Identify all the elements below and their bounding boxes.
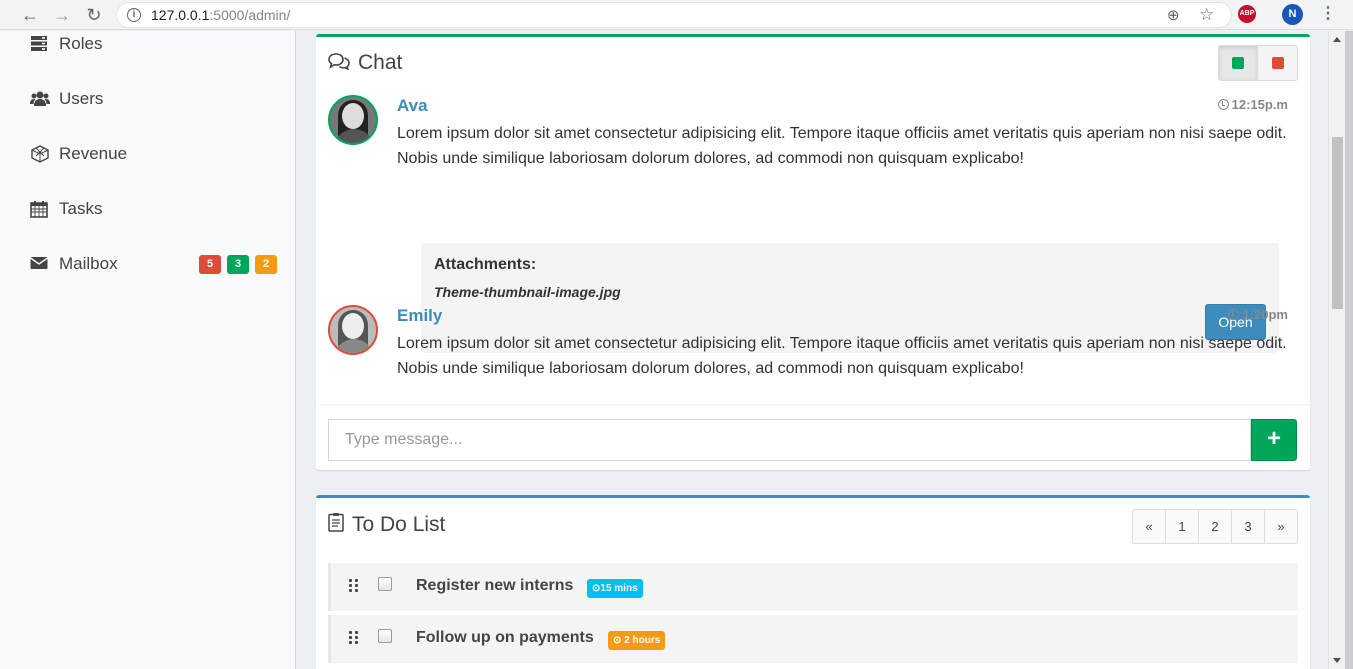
page-next[interactable]: »: [1264, 509, 1298, 544]
zoom-icon[interactable]: ⊕: [1167, 6, 1180, 24]
sidebar-item-mailbox[interactable]: Mailbox 5 3 2: [30, 250, 280, 278]
mailbox-badge-green: 3: [227, 254, 249, 274]
chat-title: Chat: [328, 51, 402, 75]
browser-toolbar: ← → ↻ i 127.0.0.1:5000/admin/ ⊕ ☆ ABP N …: [0, 0, 1353, 30]
attachment-filename: Theme-thumbnail-image.jpg: [434, 284, 621, 300]
clock-icon: [1217, 99, 1229, 110]
sidebar-item-tasks[interactable]: Tasks: [30, 195, 280, 223]
clipboard-icon: [328, 512, 344, 537]
clock-icon: [1228, 309, 1240, 320]
list-item: Register new interns ⊙15 mins: [328, 563, 1298, 611]
sidebar-item-roles[interactable]: Roles: [30, 30, 280, 58]
message-text: Lorem ipsum dolor sit amet consectetur a…: [397, 125, 1287, 167]
server-icon: [30, 35, 50, 53]
side-panel-edge: [1345, 31, 1353, 669]
profile-avatar[interactable]: N: [1282, 4, 1303, 25]
status-offline-button[interactable]: [1258, 45, 1298, 81]
avatar: [328, 305, 378, 355]
message-author[interactable]: Ava: [397, 96, 428, 116]
browser-menu-icon[interactable]: ⋮: [1320, 3, 1336, 23]
message-input[interactable]: [328, 419, 1251, 461]
message-text: Lorem ipsum dolor sit amet consectetur a…: [397, 335, 1287, 377]
red-square-icon: [1271, 57, 1284, 69]
mailbox-badge-orange: 2: [255, 254, 277, 274]
sidebar-item-label: Tasks: [59, 199, 103, 218]
drag-handle-icon[interactable]: [349, 579, 361, 593]
message-time: 1:20pm: [1228, 307, 1288, 322]
sidebar-item-label: Revenue: [59, 144, 128, 163]
envelope-icon: [30, 255, 50, 273]
page-1[interactable]: 1: [1165, 509, 1199, 544]
message-author[interactable]: Emily: [397, 306, 442, 326]
time-label: ⊙15 mins: [587, 579, 643, 598]
scroll-up-arrow-icon[interactable]: [1333, 37, 1341, 42]
sidebar-item-label: Users: [59, 89, 104, 108]
users-icon: [30, 90, 50, 108]
sidebar-item-revenue[interactable]: Revenue: [30, 140, 280, 168]
avatar: [328, 95, 378, 145]
forward-arrow-icon[interactable]: →: [51, 4, 73, 26]
site-info-icon[interactable]: i: [127, 8, 141, 22]
page-prev[interactable]: «: [1132, 509, 1166, 544]
address-bar[interactable]: i 127.0.0.1:5000/admin/ ⊕ ☆: [116, 2, 1232, 28]
send-message-button[interactable]: +: [1251, 419, 1297, 461]
scrollbar-thumb[interactable]: [1332, 137, 1343, 309]
attachment-title: Attachments:: [434, 256, 537, 273]
chat-title-text: Chat: [358, 51, 403, 74]
todo-checkbox[interactable]: [378, 629, 392, 643]
scroll-down-arrow-icon[interactable]: [1333, 658, 1341, 663]
chat-footer: +: [316, 404, 1310, 473]
bookmark-star-icon[interactable]: ☆: [1199, 5, 1214, 25]
status-online-button[interactable]: [1218, 45, 1258, 81]
sidebar-item-label: Roles: [59, 34, 103, 53]
reload-icon[interactable]: ↻: [83, 4, 105, 26]
list-item: Follow up on payments ⊙ 2 hours: [328, 615, 1298, 663]
comments-icon: [328, 52, 350, 75]
sidebar: Roles Users Revenue Tasks Mailbox 5 3 2: [0, 31, 296, 669]
chat-box: Chat Ava 12:15p.m Lorem ipsum dolor sit …: [316, 34, 1310, 470]
sidebar-item-label: Mailbox: [59, 254, 118, 273]
green-square-icon: [1232, 57, 1244, 69]
page-scrollbar[interactable]: [1328, 31, 1345, 669]
message-time: 12:15p.m: [1217, 97, 1288, 112]
todo-text: Follow up on payments: [416, 629, 594, 646]
sidebar-item-users[interactable]: Users: [30, 85, 280, 113]
page-3[interactable]: 3: [1231, 509, 1265, 544]
cube-icon: [30, 145, 50, 163]
adblock-icon[interactable]: ABP: [1238, 5, 1256, 23]
todo-box: To Do List « 1 2 3 » Register new intern…: [316, 495, 1310, 669]
todo-text: Register new interns: [416, 577, 574, 594]
todo-pagination: « 1 2 3 »: [1132, 509, 1298, 544]
todo-checkbox[interactable]: [378, 577, 392, 591]
calendar-icon: [30, 200, 50, 218]
url-text: 127.0.0.1:5000/admin/: [151, 7, 291, 23]
drag-handle-icon[interactable]: [349, 631, 361, 645]
mailbox-badge-red: 5: [199, 254, 221, 274]
time-label: ⊙ 2 hours: [608, 631, 666, 650]
chat-status-toggle: [1218, 45, 1298, 81]
todo-title: To Do List: [328, 512, 445, 537]
todo-title-text: To Do List: [352, 512, 446, 536]
page-2[interactable]: 2: [1198, 509, 1232, 544]
back-arrow-icon[interactable]: ←: [19, 4, 41, 26]
